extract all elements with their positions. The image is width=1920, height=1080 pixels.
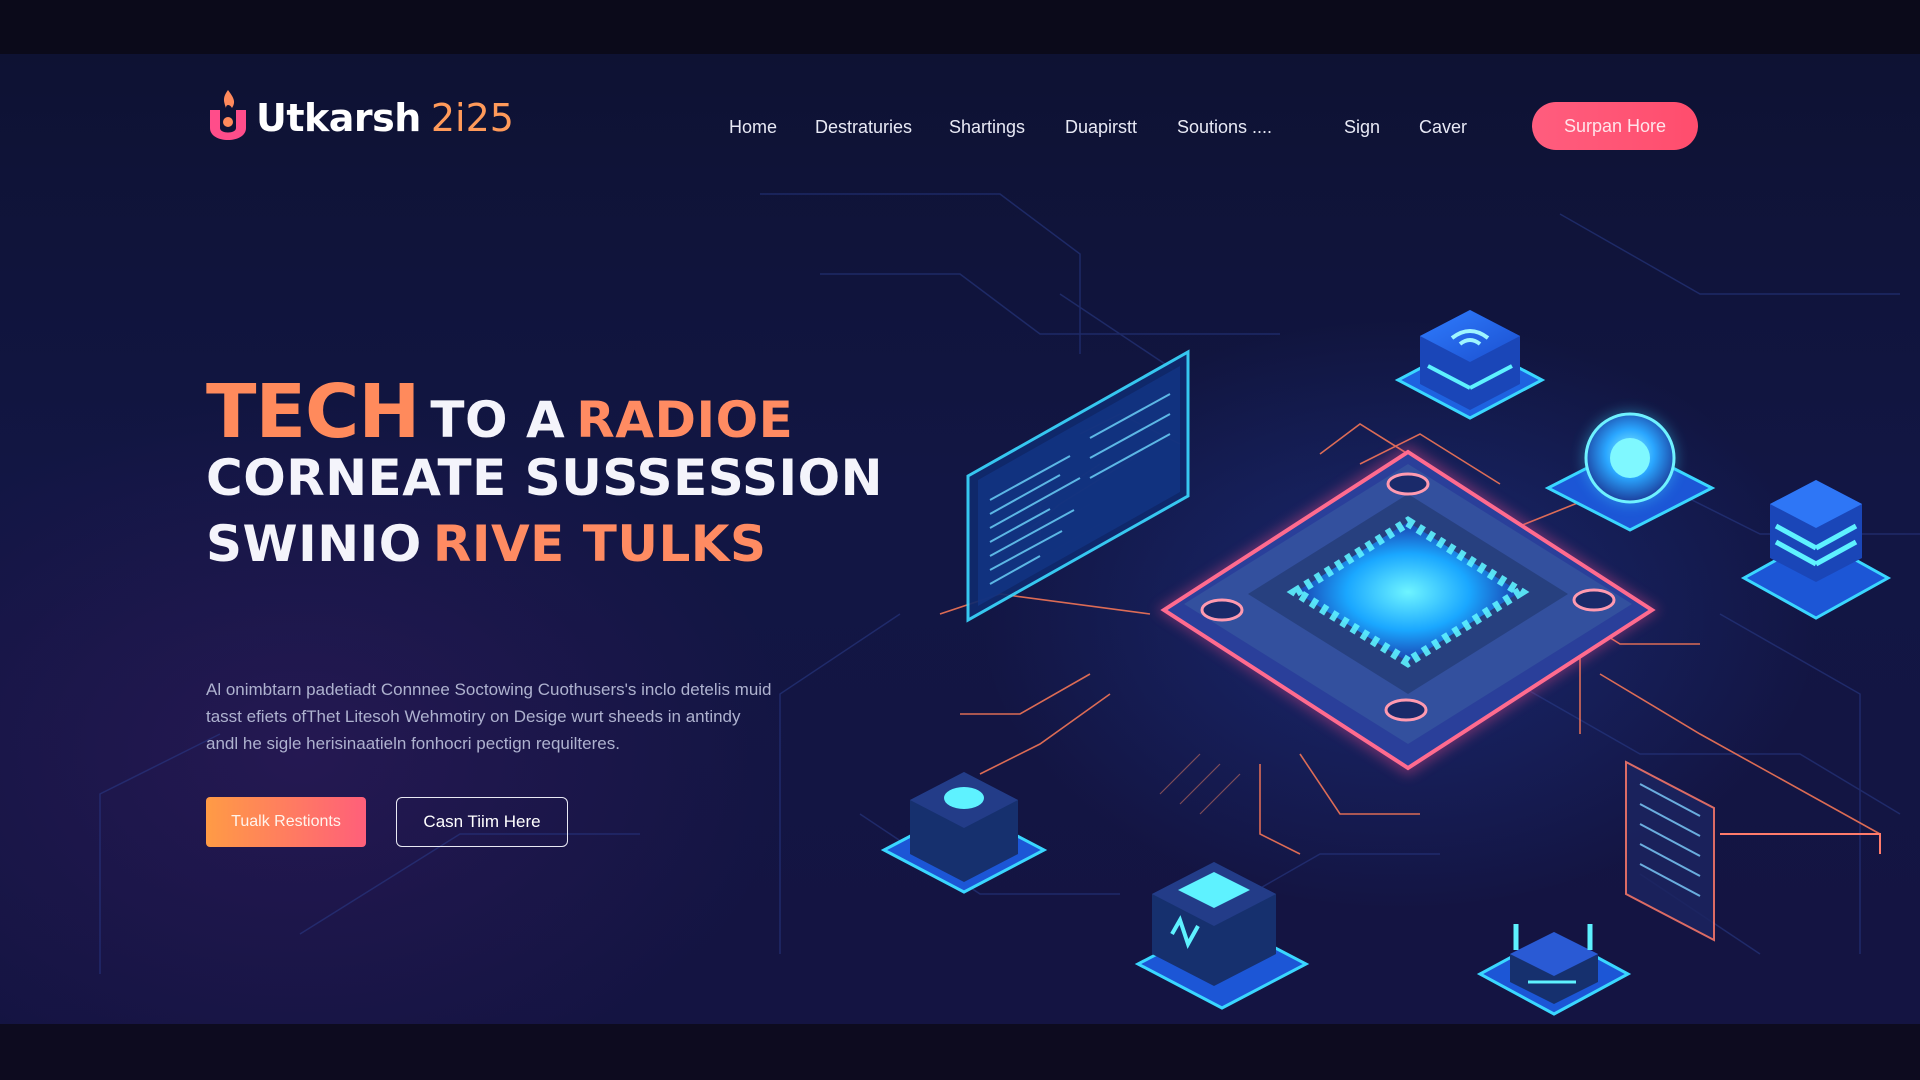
nav-link-home[interactable]: Home: [729, 112, 777, 142]
server-stack-icon: [1740, 480, 1892, 620]
headline-tech: TECH: [206, 369, 420, 455]
headline-line-1: TECH TO A RADIOE: [206, 375, 883, 449]
router-device-icon: [1476, 924, 1632, 1016]
data-panel-left: [966, 349, 1190, 623]
nav-link-shartings[interactable]: Shartings: [949, 112, 1025, 142]
description-line: andl he sigle herisinaatieln fonhocri pe…: [206, 734, 620, 753]
description-line: tasst efiets ofThet Litesoh Wehmotiry on…: [206, 707, 741, 726]
nav-link-soutions[interactable]: Soutions ....: [1177, 112, 1272, 142]
hero-description: Al onimbtarn padetiadt Connnee Soctowing…: [206, 676, 806, 757]
wifi-server-icon: [1394, 310, 1546, 420]
headline-swinio: SWINIO: [206, 515, 422, 573]
storage-block-icon: [880, 772, 1048, 894]
headline-line-2: CORNEATE SUSSESSION: [206, 449, 883, 507]
primary-cta-button[interactable]: Tualk Restionts: [206, 797, 366, 847]
hero-page: Utkarsh 2i25 Home Destraturies Shartings…: [0, 54, 1920, 1024]
description-line: Al onimbtarn padetiadt Connnee Soctowing…: [206, 680, 772, 699]
nav-link-caver[interactable]: Caver: [1419, 112, 1467, 142]
nav-link-sign[interactable]: Sign: [1344, 112, 1380, 142]
hero-headline: TECH TO A RADIOE CORNEATE SUSSESSION SWI…: [206, 375, 883, 577]
nav-link-destraturies[interactable]: Destraturies: [815, 112, 912, 142]
headline-rive-tulks: RIVE TULKS: [432, 515, 767, 573]
secondary-cta-button[interactable]: Casn Tiim Here: [396, 797, 568, 847]
analytics-block-icon: [1134, 862, 1310, 1010]
headline-to-a: TO A: [430, 391, 566, 449]
nav-cta-button[interactable]: Surpan Hore: [1532, 102, 1698, 150]
nav-link-duapirstt[interactable]: Duapirstt: [1065, 112, 1137, 142]
data-panel-right: [1625, 760, 1881, 942]
headline-radioe: RADIOE: [576, 391, 794, 449]
letterbox-bottom: [0, 1024, 1920, 1080]
letterbox-top: [0, 0, 1920, 54]
headline-line-3: SWINIO RIVE TULKS: [206, 511, 883, 577]
orb-sensor-icon: [1544, 410, 1716, 532]
